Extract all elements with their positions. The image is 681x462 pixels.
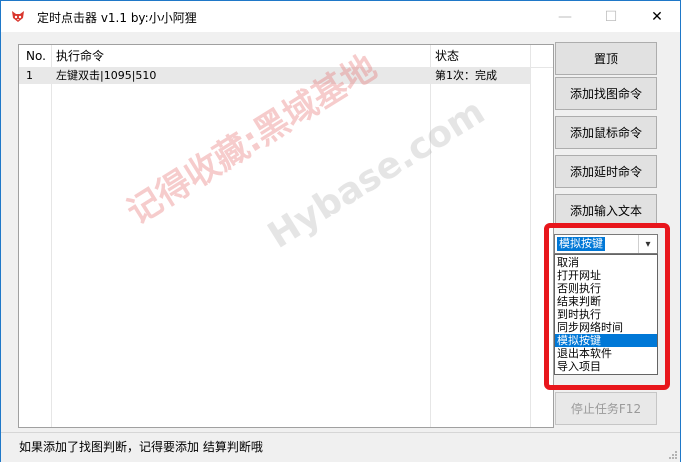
fox-app-icon: [12, 11, 24, 22]
dropdown-option[interactable]: 同步网络时间: [555, 321, 657, 334]
dropdown-option[interactable]: 结束判断: [555, 295, 657, 308]
add-input-text-button[interactable]: 添加输入文本: [555, 194, 657, 227]
column-divider: [530, 45, 531, 427]
row-command: 左键双击|1095|510: [56, 69, 157, 82]
dropdown-option[interactable]: 导入项目: [555, 360, 657, 373]
add-find-image-button[interactable]: 添加找图命令: [555, 77, 657, 110]
row-status: 第1次：完成: [435, 69, 497, 82]
dropdown-option-selected[interactable]: 模拟按键: [555, 334, 657, 347]
combo-selected-value: 模拟按键: [557, 237, 605, 251]
add-delay-command-button[interactable]: 添加延时命令: [555, 155, 657, 188]
dropdown-option[interactable]: 到时执行: [555, 308, 657, 321]
dropdown-option[interactable]: 打开网址: [555, 269, 657, 282]
pin-top-button[interactable]: 置顶: [555, 42, 657, 75]
header-command[interactable]: 执行命令: [56, 45, 104, 67]
dropdown-option[interactable]: 否则执行: [555, 282, 657, 295]
minimize-icon: —: [558, 8, 572, 25]
column-divider: [430, 45, 431, 427]
command-type-dropdown[interactable]: 取消 打开网址 否则执行 结束判断 到时执行 同步网络时间 模拟按键 退出本软件…: [554, 254, 658, 375]
main-window: 定时点击器 v1.1 by:小小阿狸 — ☐ ✕ No. 执行命令 状态 1 左…: [0, 0, 681, 462]
command-list[interactable]: No. 执行命令 状态 1 左键双击|1095|510 第1次：完成: [18, 44, 554, 428]
title-bar[interactable]: 定时点击器 v1.1 by:小小阿狸 — ☐ ✕: [1, 1, 680, 32]
maximize-icon: ☐: [604, 8, 618, 25]
dropdown-option[interactable]: 退出本软件: [555, 347, 657, 360]
dropdown-option[interactable]: 取消: [555, 256, 657, 269]
status-text: 如果添加了找图判断，记得要添加 结算判断哦: [19, 440, 263, 454]
row-no: 1: [26, 69, 33, 82]
status-bar: 如果添加了找图判断，记得要添加 结算判断哦: [1, 432, 680, 462]
list-header: No. 执行命令 状态: [19, 45, 553, 67]
header-no[interactable]: No.: [26, 45, 46, 67]
resize-grip-icon[interactable]: [668, 450, 678, 460]
close-icon: ✕: [651, 8, 663, 25]
column-divider: [51, 45, 52, 427]
add-mouse-command-button[interactable]: 添加鼠标命令: [555, 116, 657, 149]
maximize-button[interactable]: ☐: [588, 1, 634, 32]
minimize-button[interactable]: —: [542, 1, 588, 32]
stop-task-button[interactable]: 停止任务F12: [555, 392, 657, 425]
command-type-select[interactable]: 模拟按键 ▾: [554, 234, 658, 254]
header-status[interactable]: 状态: [435, 45, 459, 67]
window-title: 定时点击器 v1.1 by:小小阿狸: [37, 11, 197, 25]
chevron-down-icon[interactable]: ▾: [638, 235, 657, 253]
close-button[interactable]: ✕: [634, 1, 680, 32]
